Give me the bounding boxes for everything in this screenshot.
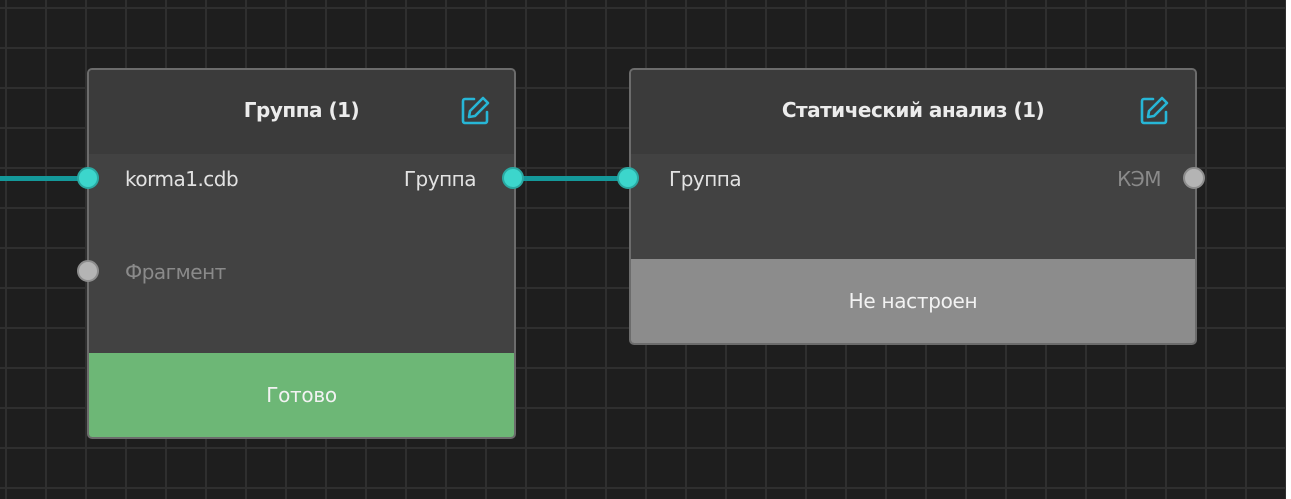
input-port-label: Фрагмент [125, 260, 226, 284]
output-port-label: КЭМ [1117, 167, 1161, 191]
input-port-group[interactable] [617, 167, 639, 189]
node-title: Группа (1) [243, 98, 360, 122]
node-header: Статический анализ (1) [631, 70, 1195, 154]
node-title: Статический анализ (1) [781, 98, 1045, 122]
group-node[interactable]: Группа (1) korma1.cdb Фрагмент Группа Го… [87, 68, 516, 439]
output-port-group[interactable] [502, 167, 524, 189]
workflow-canvas[interactable]: Группа (1) korma1.cdb Фрагмент Группа Го… [0, 0, 1286, 499]
input-port-korma[interactable] [77, 167, 99, 189]
edit-icon[interactable] [458, 94, 492, 128]
output-port-kem[interactable] [1183, 167, 1205, 189]
output-port-label: Группа [403, 167, 477, 191]
connection-wire-group-to-analysis[interactable] [520, 176, 628, 181]
input-port-label: Группа [669, 167, 742, 191]
status-text: Не настроен [848, 289, 978, 313]
edit-icon[interactable] [1137, 94, 1171, 128]
input-port-label: korma1.cdb [125, 167, 239, 191]
connection-wire-input[interactable] [0, 176, 84, 181]
status-badge: Не настроен [631, 259, 1195, 343]
input-port-fragment[interactable] [77, 260, 99, 282]
static-analysis-node[interactable]: Статический анализ (1) Группа КЭМ Не нас… [629, 68, 1197, 345]
status-text: Готово [266, 383, 337, 407]
status-badge: Готово [89, 353, 514, 437]
node-header: Группа (1) [89, 70, 514, 154]
